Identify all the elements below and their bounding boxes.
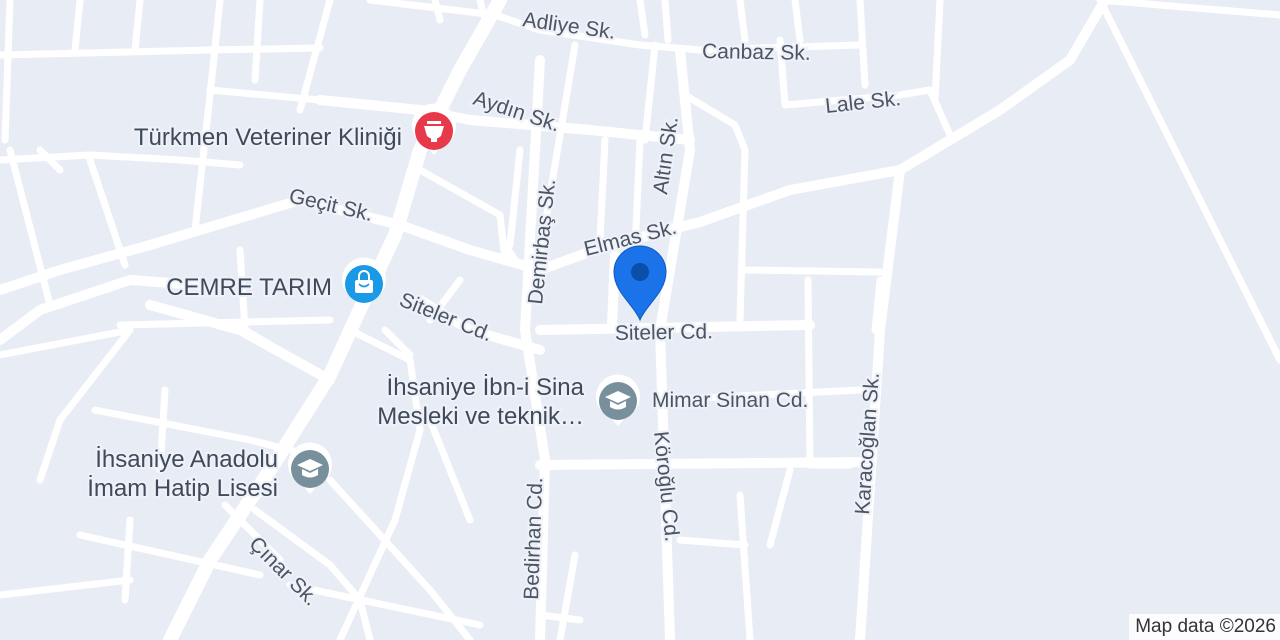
poi-label-line1: İhsaniye İbn-i Sina [387,374,585,401]
poi-label: Türkmen Veteriner Kliniği [134,124,402,151]
road-network: Adliye Sk. Canbaz Sk. Lale Sk. Aydın Sk.… [0,0,1280,640]
street-label-gecit: Geçit Sk. [287,184,375,226]
poi-cemre-tarim[interactable]: CEMRE TARIM [164,257,387,309]
secondary-roads [0,0,1110,640]
map-view[interactable]: Adliye Sk. Canbaz Sk. Lale Sk. Aydın Sk.… [0,0,1280,640]
street-label-mimar-sinan: Mimar Sinan Cd. [652,389,808,412]
poi-label-line2: Mesleki ve teknik… [377,403,584,430]
street-label-altin: Altın Sk. [649,115,683,196]
map-attribution[interactable]: Map data ©2026 [1129,614,1280,640]
street-label-lale: Lale Sk. [824,87,902,118]
street-label-adliye: Adliye Sk. [521,8,617,44]
street-label-aydin: Aydın Sk. [470,87,562,137]
poi-anadolu-imam-hatip[interactable]: İhsaniye Anadolu İmam Hatip Lisesi [85,442,332,504]
street-label-canbaz: Canbaz Sk. [702,40,811,65]
poi-label-line2: İmam Hatip Lisesi [87,475,278,502]
location-pin-icon[interactable] [613,245,667,322]
graduation-cap-icon [288,442,332,494]
shopping-bag-icon [342,257,387,309]
graduation-cap-icon [596,374,640,426]
poi-label-line1: İhsaniye Anadolu [95,446,278,473]
street-label-bedirhan: Bedirhan Cd. [520,477,547,600]
street-label-koroglu: Köroğlu Cd. [649,430,683,543]
street-label-siteler: Siteler Cd. [615,320,713,345]
poi-label: CEMRE TARIM [166,274,332,301]
